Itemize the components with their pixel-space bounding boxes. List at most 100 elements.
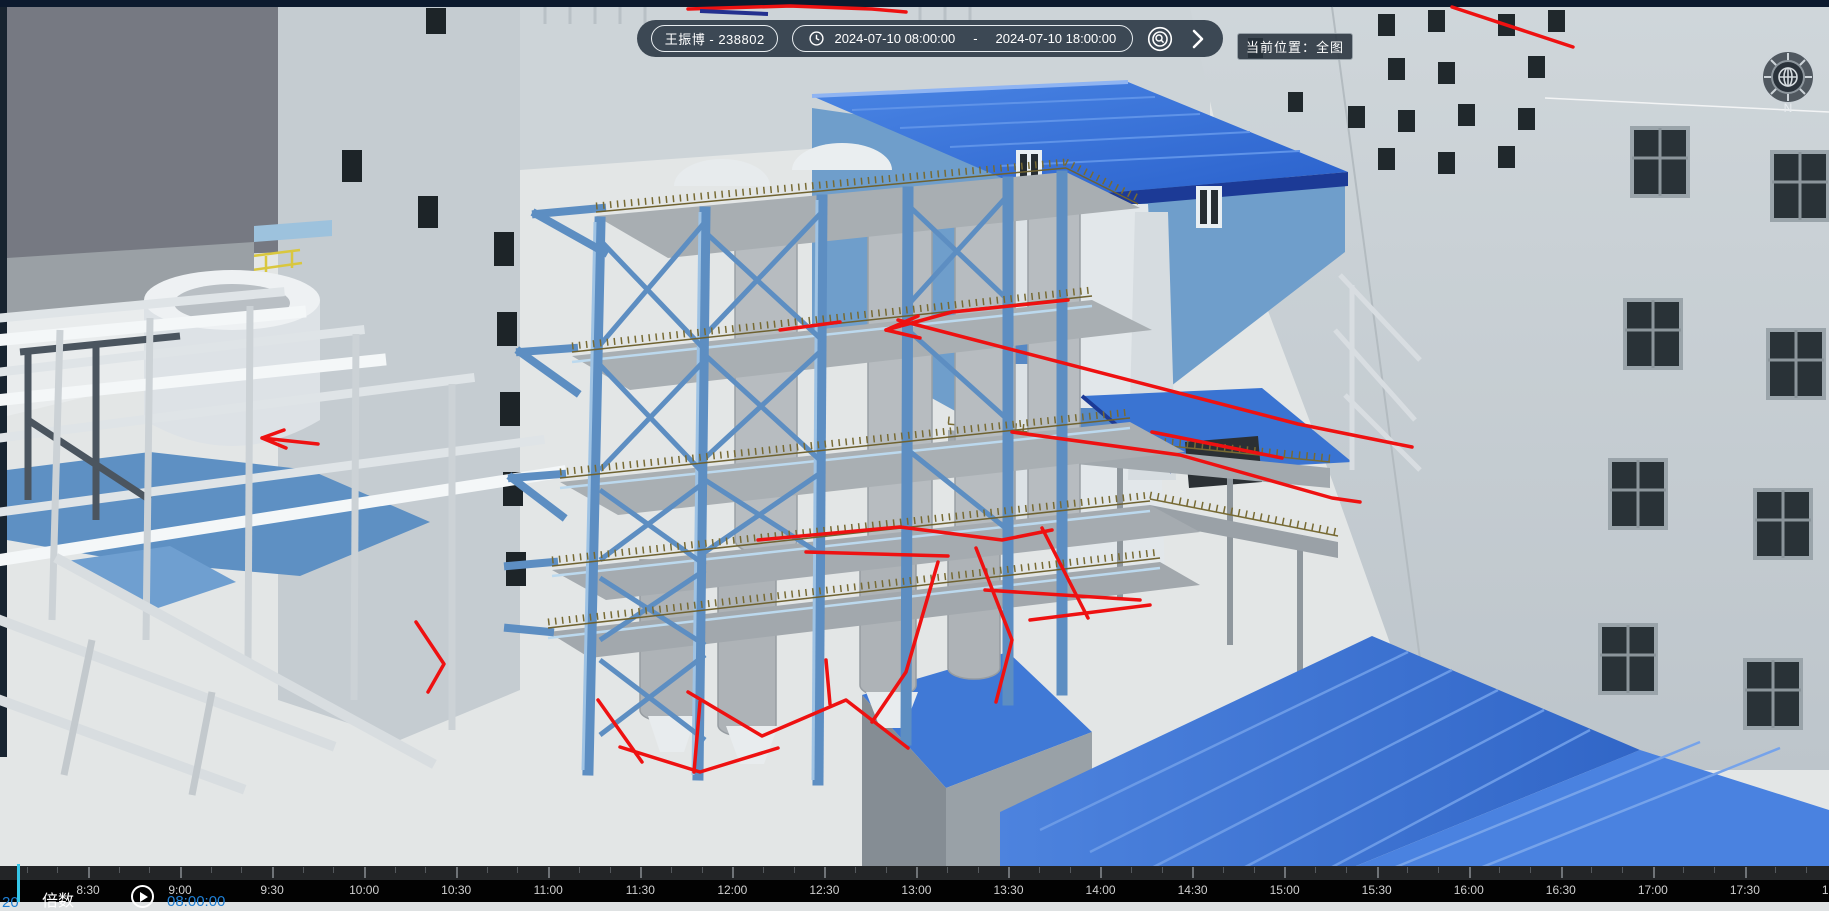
timeline-tick: [241, 867, 242, 873]
timeline-tick: [1100, 867, 1102, 878]
timeline-tick: [303, 867, 304, 873]
timeline-tick: [333, 867, 334, 873]
timeline-tick-label: 12:00: [717, 883, 747, 897]
timeline-tick: [425, 867, 426, 873]
timeline-tick: [1008, 867, 1010, 878]
timeline-tick-label: 18:00: [1822, 883, 1829, 897]
timeline-tick: [1315, 867, 1316, 873]
timeline-tick: [119, 867, 120, 873]
timeline-tick-label: 15:30: [1362, 883, 1392, 897]
timeline-tick: [1284, 867, 1286, 878]
timeline-tick: [1591, 867, 1592, 873]
play-button[interactable]: [131, 885, 154, 908]
timeline-tick-label: 13:30: [993, 883, 1023, 897]
timeline-tick: [1561, 867, 1563, 878]
timeline-tick: [579, 867, 580, 873]
timeline-tick: [1254, 867, 1255, 873]
timeline-tick: [1653, 867, 1655, 878]
timeline-tick: [916, 867, 918, 878]
locate-button[interactable]: [1147, 26, 1173, 52]
timeline-tick: [1530, 867, 1531, 873]
timeline-tick-label: 11:30: [626, 883, 655, 897]
timeline-tick: [1223, 867, 1224, 873]
current-location-label: 当前位置：全图: [1246, 40, 1344, 55]
timeline-tick: [1162, 867, 1163, 873]
scene-3d-viewport[interactable]: [0, 0, 1829, 902]
playback-speed-label: 倍数: [42, 887, 74, 911]
timeline-tick: [732, 867, 734, 878]
timeline-tick: [671, 867, 672, 873]
timeline-tick-label: 12:30: [809, 883, 839, 897]
timeline-tick: [395, 867, 396, 873]
time-end: 2024-07-10 18:00:00: [996, 31, 1117, 46]
timeline-tick: [27, 867, 28, 873]
current-location-badge: 当前位置：全图: [1237, 33, 1353, 60]
timeline-tick-label: 16:30: [1546, 883, 1576, 897]
timeline-tick-label: 8:30: [76, 883, 99, 897]
timeline-tick: [1039, 867, 1040, 873]
timeline-tick-strip[interactable]: [0, 866, 1829, 880]
globe-crosshair-icon: [1779, 68, 1797, 86]
timeline-tick: [640, 867, 642, 878]
timeline-tick-label: 16:00: [1454, 883, 1484, 897]
timeline-tick: [1745, 867, 1747, 878]
timeline-tick-label: 14:30: [1178, 883, 1208, 897]
timeline-tick: [1377, 867, 1379, 878]
timeline-tick-label: 17:00: [1638, 883, 1668, 897]
clock-icon: [809, 31, 824, 46]
timeline-tick: [978, 867, 979, 873]
compass-icon: N: [1759, 49, 1817, 115]
timeline-tick: [702, 867, 703, 873]
timeline-tick: [1070, 867, 1071, 873]
timeline-tick: [855, 867, 856, 873]
timeline-tick: [794, 867, 795, 873]
circle-magnifier-icon: [1147, 26, 1173, 52]
timeline-tick-label: 15:00: [1270, 883, 1300, 897]
play-icon: [140, 892, 148, 902]
timeline-tick: [947, 867, 948, 873]
timeline-tick: [211, 867, 212, 873]
chevron-right-icon: [1191, 29, 1205, 49]
timeline-tick: [1407, 867, 1408, 873]
timeline-tick-label: 10:00: [349, 883, 379, 897]
timeline-tick: [456, 867, 458, 878]
timeline-tick-label: 11:00: [534, 883, 563, 897]
timeline-tick-label: 10:30: [441, 883, 471, 897]
timeline-tick: [1806, 867, 1807, 873]
timeline-tick: [1346, 867, 1347, 873]
timeline-tick: [180, 867, 182, 878]
compass-widget[interactable]: N: [1759, 49, 1817, 115]
timeline-tick: [548, 867, 550, 878]
timeline-tick-label: 9:30: [260, 883, 283, 897]
time-separator: -: [973, 31, 977, 46]
timeline-tick: [763, 867, 764, 873]
timeline-tick: [149, 867, 150, 873]
timeline-tick: [1499, 867, 1500, 873]
timeline-tick: [1438, 867, 1439, 873]
person-pill[interactable]: 王振博 - 238802: [651, 25, 778, 52]
time-range-pill[interactable]: 2024-07-10 08:00:00 - 2024-07-10 18:00:0…: [792, 25, 1133, 52]
timeline-tick: [1469, 867, 1471, 878]
timeline-tick: [886, 867, 887, 873]
timeline-playhead[interactable]: [17, 864, 20, 902]
timeline-label-strip[interactable]: 8:309:009:3010:0010:3011:0011:3012:0012:…: [0, 880, 1829, 902]
timeline-tick: [1622, 867, 1623, 873]
time-start: 2024-07-10 08:00:00: [834, 31, 955, 46]
timeline-tick: [88, 867, 90, 878]
top-toolbar: 王振博 - 238802 2024-07-10 08:00:00 - 2024-…: [637, 20, 1223, 57]
timeline-tick: [1683, 867, 1684, 873]
person-label: 王振博 - 238802: [665, 29, 765, 48]
timeline-tick: [1714, 867, 1715, 873]
compass-north-label: N: [1784, 101, 1793, 115]
timeline-tick-label: 14:00: [1086, 883, 1116, 897]
timeline-tick-label: 13:00: [901, 883, 931, 897]
timeline-tick: [517, 867, 518, 873]
timeline-tick: [824, 867, 826, 878]
timeline-tick: [1775, 867, 1776, 873]
timeline-tick-label: 17:30: [1730, 883, 1760, 897]
timeline-tick: [1192, 867, 1194, 878]
timeline-tick: [610, 867, 611, 873]
next-button[interactable]: [1187, 26, 1209, 52]
timeline-tick: [272, 867, 274, 878]
timeline-tick: [364, 867, 366, 878]
